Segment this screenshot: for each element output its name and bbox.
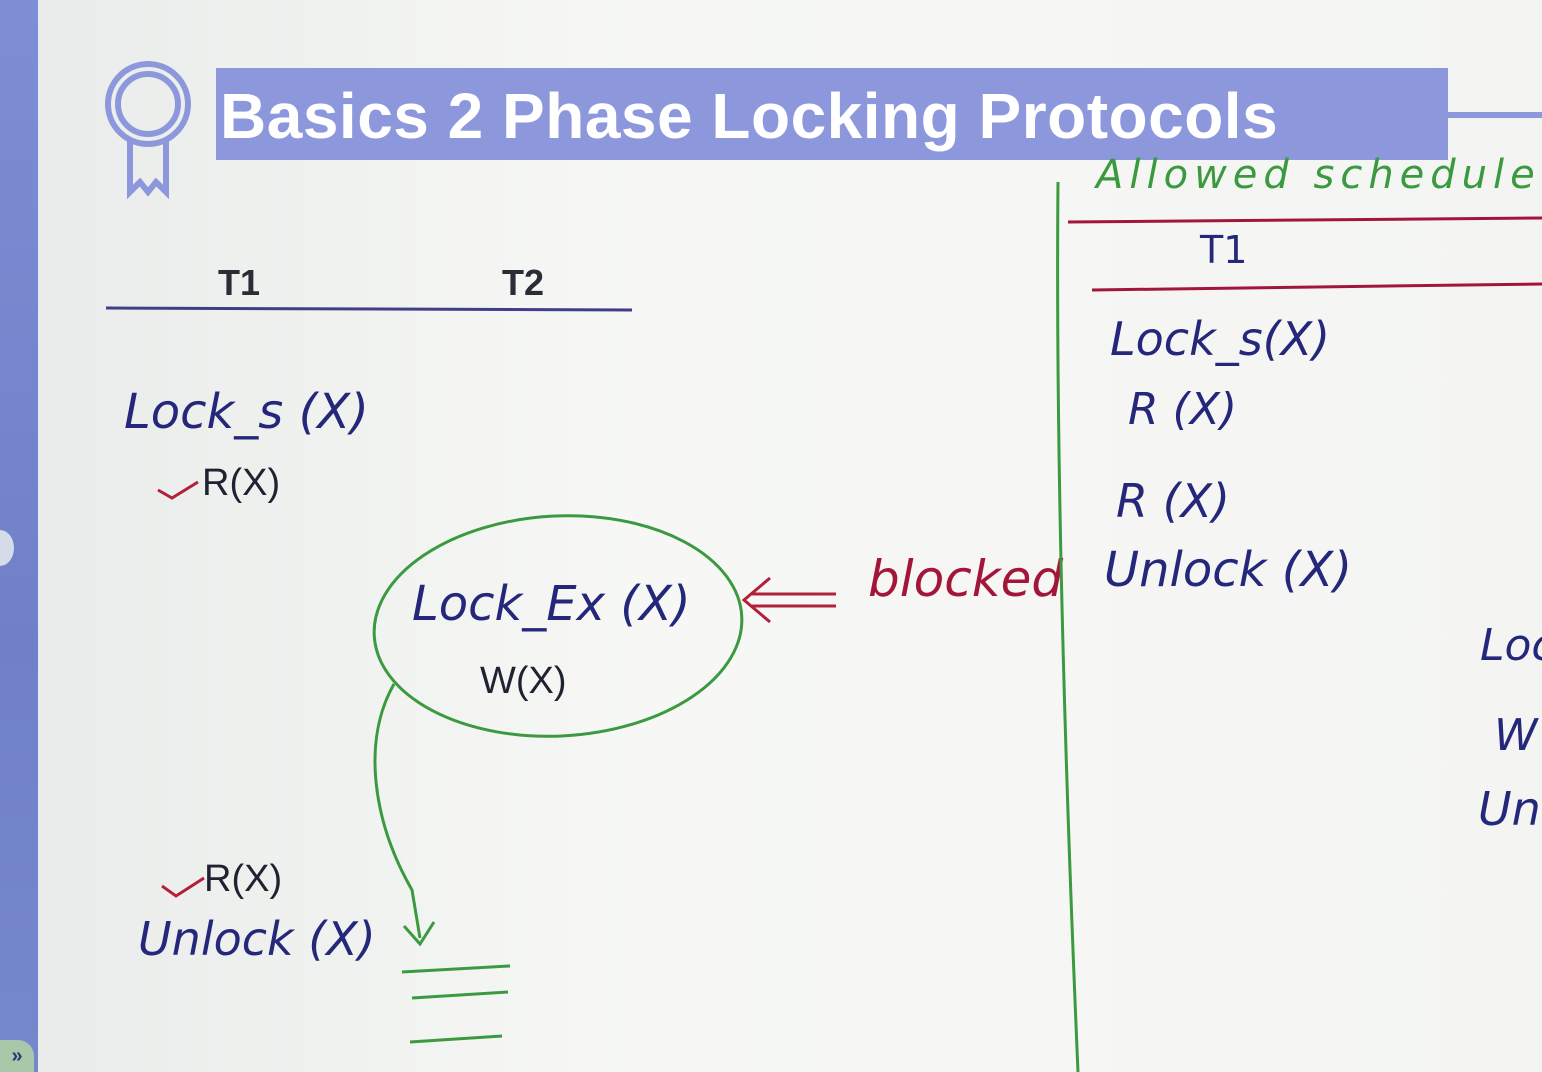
- right-column-header-t1: T1: [1200, 228, 1248, 272]
- blocked-note: blocked: [868, 550, 1064, 608]
- column-header-t2: T2: [502, 262, 545, 303]
- t1-read-op-1: R(X): [202, 462, 281, 504]
- t1-read-op-2: R(X): [204, 858, 283, 900]
- right-line-lock-shared: Lock_s(X): [1110, 312, 1331, 366]
- t1-lock-shared: Lock_s (X): [124, 384, 369, 440]
- column-header-t1: T1: [218, 262, 261, 303]
- t1-unlock: Unlock (X): [138, 912, 376, 966]
- t2-lock-exclusive: Lock_Ex (X): [412, 576, 691, 632]
- right-line-read-2: R (X): [1116, 474, 1230, 528]
- slide-title: Basics 2 Phase Locking Protocols: [220, 80, 1279, 152]
- right-line-unlock: Unlock (X): [1104, 542, 1353, 598]
- t2-write-op: W(X): [480, 660, 567, 702]
- allowed-schedule-heading: Allowed schedule: [1096, 152, 1541, 198]
- title-underline: [1448, 112, 1542, 118]
- right-partial-unlock: Unl: [1478, 782, 1542, 836]
- right-partial-lock: Loc: [1480, 620, 1542, 671]
- right-partial-write: W: [1494, 710, 1538, 761]
- right-line-read-1: R (X): [1128, 384, 1238, 435]
- expand-chevron-icon[interactable]: »: [0, 1040, 34, 1072]
